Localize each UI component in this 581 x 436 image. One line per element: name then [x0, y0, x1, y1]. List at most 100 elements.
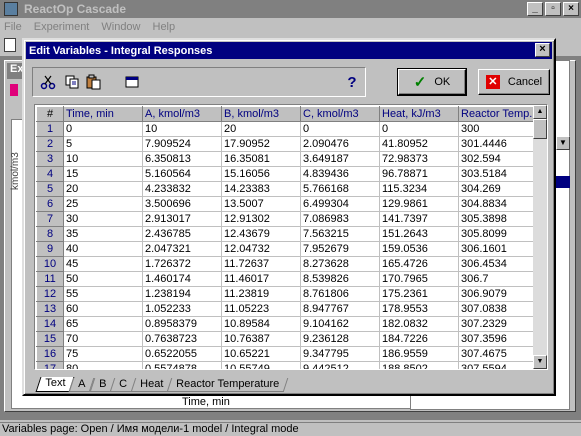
- paste-icon[interactable]: [85, 73, 103, 91]
- cell-reactor-temp[interactable]: 306.9079: [457, 286, 542, 302]
- cell-a[interactable]: 0.7638723: [142, 331, 222, 347]
- cell-a[interactable]: 1.238194: [142, 286, 222, 302]
- column-header-heat[interactable]: Heat, kJ/m3: [379, 106, 459, 122]
- cell-b[interactable]: 11.46017: [221, 271, 301, 287]
- cell-reactor-temp[interactable]: 307.0838: [457, 301, 542, 317]
- cell-reactor-temp[interactable]: 307.2329: [457, 316, 542, 332]
- cell-b[interactable]: 10.65221: [221, 346, 301, 362]
- cell-b[interactable]: 11.05223: [221, 301, 301, 317]
- cell-c[interactable]: 3.649187: [300, 151, 380, 167]
- cell-time[interactable]: 50: [63, 271, 143, 287]
- scissors-icon[interactable]: [39, 73, 57, 91]
- cell-c[interactable]: 9.347795: [300, 346, 380, 362]
- table-row[interactable]: 14 65 0.8958379 10.89584 9.104162 182.0832 307…: [36, 316, 542, 332]
- menu-window[interactable]: Window: [101, 21, 140, 33]
- cell-b[interactable]: 10.55749: [221, 361, 301, 369]
- cell-a[interactable]: 0.5574878: [142, 361, 222, 369]
- cell-c[interactable]: 0: [300, 121, 380, 137]
- cell-a[interactable]: 2.436785: [142, 226, 222, 242]
- cell-reactor-temp[interactable]: 304.269: [457, 181, 542, 197]
- scroll-down-button[interactable]: ▼: [533, 355, 547, 369]
- cell-c[interactable]: 8.273628: [300, 256, 380, 272]
- cell-heat[interactable]: 0: [379, 121, 459, 137]
- cell-heat[interactable]: 129.9861: [379, 196, 459, 212]
- table-row[interactable]: 10 45 1.726372 11.72637 8.273628 165.4726 306.…: [36, 256, 542, 272]
- table-row[interactable]: 4 15 5.160564 15.16056 4.839436 96.78871 303.5…: [36, 166, 542, 182]
- cell-time[interactable]: 15: [63, 166, 143, 182]
- cell-a[interactable]: 0.8958379: [142, 316, 222, 332]
- cell-b[interactable]: 13.5007: [221, 196, 301, 212]
- cell-c[interactable]: 9.442512: [300, 361, 380, 369]
- table-row[interactable]: 8 35 2.436785 12.43679 7.563215 151.2643 305.8…: [36, 226, 542, 242]
- cell-heat[interactable]: 151.2643: [379, 226, 459, 242]
- cell-reactor-temp[interactable]: 300: [457, 121, 542, 137]
- cell-time[interactable]: 70: [63, 331, 143, 347]
- cell-a[interactable]: 3.500696: [142, 196, 222, 212]
- cell-b[interactable]: 17.90952: [221, 136, 301, 152]
- table-row[interactable]: 15 70 0.7638723 10.76387 9.236128 184.7226 307…: [36, 331, 542, 347]
- cell-heat[interactable]: 178.9553: [379, 301, 459, 317]
- cell-reactor-temp[interactable]: 306.7: [457, 271, 542, 287]
- window-icon[interactable]: [123, 73, 141, 91]
- cell-a[interactable]: 1.460174: [142, 271, 222, 287]
- table-row[interactable]: 13 60 1.052233 11.05223 8.947767 178.9553 307.…: [36, 301, 542, 317]
- column-header-reactor-temp[interactable]: Reactor Temp...: [457, 106, 542, 122]
- maximize-button[interactable]: ▫: [545, 2, 561, 16]
- cell-c[interactable]: 9.104162: [300, 316, 380, 332]
- cell-time[interactable]: 0: [63, 121, 143, 137]
- cell-reactor-temp[interactable]: 307.4675: [457, 346, 542, 362]
- cell-time[interactable]: 40: [63, 241, 143, 257]
- cell-a[interactable]: 7.909524: [142, 136, 222, 152]
- cell-c[interactable]: 5.766168: [300, 181, 380, 197]
- app-close-button[interactable]: ×: [563, 2, 579, 16]
- cell-time[interactable]: 5: [63, 136, 143, 152]
- cancel-button[interactable]: ✕ Cancel: [478, 69, 550, 95]
- cell-time[interactable]: 80: [63, 361, 143, 369]
- cell-a[interactable]: 1.726372: [142, 256, 222, 272]
- table-row[interactable]: 5 20 4.233832 14.23383 5.766168 115.3234 304.2…: [36, 181, 542, 197]
- copy-icon[interactable]: [63, 73, 81, 91]
- cell-b[interactable]: 14.23383: [221, 181, 301, 197]
- cell-time[interactable]: 25: [63, 196, 143, 212]
- cell-heat[interactable]: 186.9559: [379, 346, 459, 362]
- cell-heat[interactable]: 184.7226: [379, 331, 459, 347]
- cell-reactor-temp[interactable]: 302.594: [457, 151, 542, 167]
- cell-a[interactable]: 5.160564: [142, 166, 222, 182]
- dialog-close-button[interactable]: ×: [535, 43, 550, 57]
- table-row[interactable]: 6 25 3.500696 13.5007 6.499304 129.9861 304.88…: [36, 196, 542, 212]
- table-row[interactable]: 3 10 6.350813 16.35081 3.649187 72.98373 302.5…: [36, 151, 542, 167]
- scroll-thumb[interactable]: [533, 119, 547, 139]
- column-header-a[interactable]: A, kmol/m3: [142, 106, 222, 122]
- help-icon[interactable]: ?: [343, 73, 361, 91]
- cell-time[interactable]: 10: [63, 151, 143, 167]
- menu-experiment[interactable]: Experiment: [34, 21, 90, 33]
- cell-reactor-temp[interactable]: 307.5594: [457, 361, 542, 369]
- column-header-index[interactable]: #: [36, 106, 64, 122]
- column-header-b[interactable]: B, kmol/m3: [221, 106, 301, 122]
- cell-reactor-temp[interactable]: 301.4446: [457, 136, 542, 152]
- cell-b[interactable]: 10.89584: [221, 316, 301, 332]
- cell-heat[interactable]: 170.7965: [379, 271, 459, 287]
- cell-b[interactable]: 20: [221, 121, 301, 137]
- ok-button[interactable]: ✓ OK: [397, 68, 467, 96]
- cell-c[interactable]: 7.563215: [300, 226, 380, 242]
- cell-time[interactable]: 60: [63, 301, 143, 317]
- cell-heat[interactable]: 182.0832: [379, 316, 459, 332]
- cell-a[interactable]: 10: [142, 121, 222, 137]
- cell-reactor-temp[interactable]: 305.8099: [457, 226, 542, 242]
- cell-b[interactable]: 16.35081: [221, 151, 301, 167]
- cell-a[interactable]: 2.913017: [142, 211, 222, 227]
- cell-reactor-temp[interactable]: 307.3596: [457, 331, 542, 347]
- cell-heat[interactable]: 72.98373: [379, 151, 459, 167]
- table-row[interactable]: 17 80 0.5574878 10.55749 9.442512 188.8502 307…: [36, 361, 542, 369]
- cell-reactor-temp[interactable]: 305.3898: [457, 211, 542, 227]
- menu-file[interactable]: File: [4, 21, 22, 33]
- chevron-down-icon[interactable]: ▼: [556, 136, 570, 150]
- cell-time[interactable]: 75: [63, 346, 143, 362]
- cell-heat[interactable]: 165.4726: [379, 256, 459, 272]
- cell-c[interactable]: 8.947767: [300, 301, 380, 317]
- cell-heat[interactable]: 115.3234: [379, 181, 459, 197]
- table-row[interactable]: 12 55 1.238194 11.23819 8.761806 175.2361 306.…: [36, 286, 542, 302]
- cell-time[interactable]: 65: [63, 316, 143, 332]
- menu-help[interactable]: Help: [153, 21, 176, 33]
